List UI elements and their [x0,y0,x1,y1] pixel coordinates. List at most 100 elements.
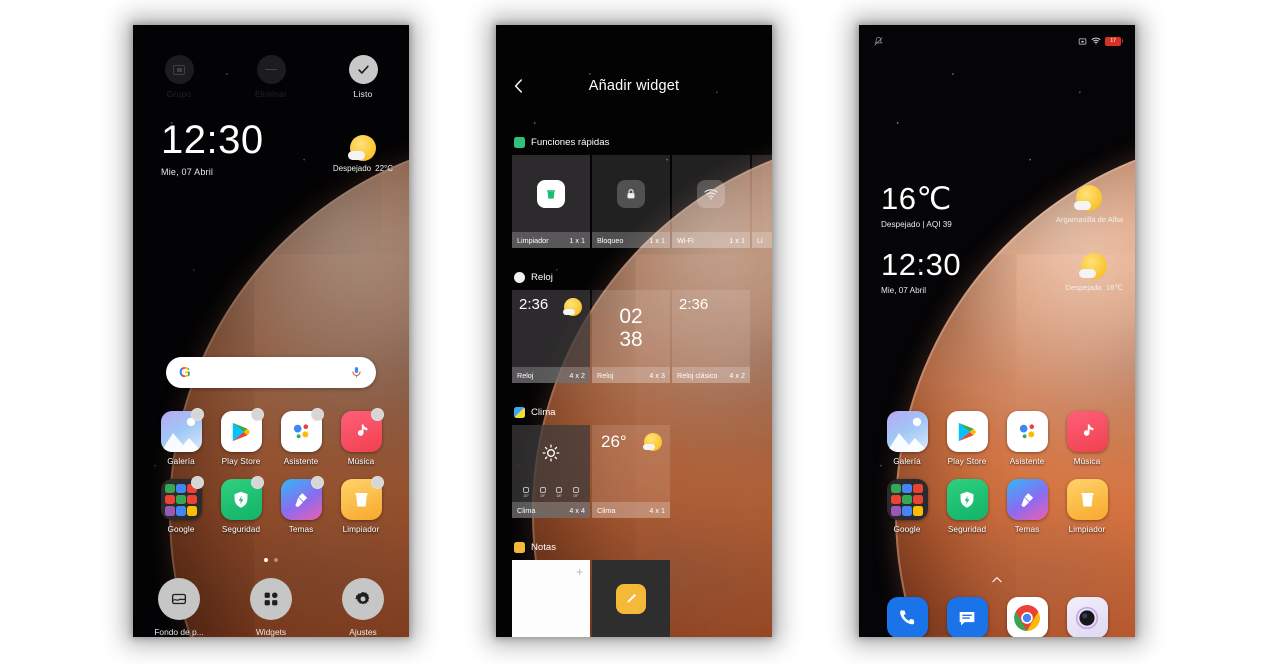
toolbar-wallpaper[interactable]: Fondo de p... [139,578,219,637]
widget-card-clima-4x1[interactable]: 26° Clima 4 x 1 [592,425,670,518]
app-play-store[interactable]: Play Store [213,408,269,466]
dock-chrome[interactable]: Chrome [999,597,1055,637]
app-seguridad[interactable]: Seguridad [213,476,269,534]
widget-clock-time: 2:36 [679,296,709,313]
group-icon [164,55,194,84]
app-galeria[interactable]: Galería [153,408,209,466]
app-musica[interactable]: Música [333,408,389,466]
widget-card-reloj-clasico[interactable]: 2:36 Reloj clásico 4 x 2 [672,290,750,383]
widget-card-limpiador[interactable]: Limpiador 1 x 1 [512,155,590,248]
add-note-icon[interactable]: + [576,565,583,579]
back-chevron-icon[interactable] [510,77,528,95]
app-drawer-hint[interactable] [859,573,1135,587]
app-limpiador[interactable]: Limpiador [1059,479,1115,534]
dock-camara[interactable]: Cámara [1059,597,1115,637]
edit-bottom-toolbar: Fondo de p... Widgets Ajustes [133,578,409,637]
app-label: Limpiador [342,525,380,534]
widget-size: 1 x 1 [729,235,745,245]
widget-add-badge[interactable] [371,476,384,489]
weather-clock-widget[interactable]: 16℃ Despejado | AQI 39 12:30 Mie, 07 Abr… [881,183,961,295]
app-label: Asistente [1009,457,1045,466]
app-seguridad[interactable]: Seguridad [939,479,995,534]
app-grid: Galería Play Store Asistente Música Goog… [153,408,389,547]
widget-card-reloj-4x3[interactable]: 02 38 Reloj 4 x 3 [592,290,670,383]
widget-add-badge[interactable] [311,476,324,489]
app-row-2: Google Seguridad Temas Limpiador [153,476,389,534]
google-folder-icon [886,479,928,520]
widget-add-badge[interactable] [371,408,384,421]
sun-icon [1074,185,1103,211]
weather-icon [514,407,525,418]
phone-1-edit-mode: Grupo Eliminar Listo 12:30 Mie, 07 Abril [133,25,409,637]
dock-mensajes[interactable]: Mensajes [939,597,995,637]
toolbar-widgets[interactable]: Widgets [231,578,311,637]
widget-card-wifi[interactable]: Wi-Fi 1 x 1 [672,155,750,248]
page-dot[interactable] [274,558,278,562]
phone-2-widget-picker: Añadir widget Funciones rápidas Limpiado… [496,25,772,637]
status-bar-right: 17 [1078,36,1124,46]
edit-action-group[interactable]: Grupo [142,55,216,99]
app-google-folder[interactable]: Google [153,476,209,534]
edit-action-delete-label: Eliminar [254,89,288,99]
widget-label: Reloj [597,370,614,380]
edit-action-done[interactable]: Listo [326,55,400,99]
app-musica[interactable]: Música [1059,411,1115,466]
widget-section-notes: Notas + Notas 2 x 2 Notas 2 x 2 [496,542,772,637]
app-label: Play Store [947,457,987,466]
edit-top-actions: Grupo Eliminar Listo [133,55,409,99]
widget-section-title: Clima [531,407,556,418]
dock-telefono[interactable]: Teléfono [879,597,935,637]
wifi-icon [1091,37,1101,45]
dock: Teléfono Mensajes [879,597,1115,637]
edit-action-delete[interactable]: Eliminar [234,55,308,99]
widget-weather-temp: 26° [601,432,627,451]
weather-forecast-row: 20° 19° 18° 19° [518,487,584,498]
widget-add-badge[interactable] [191,476,204,489]
app-temas[interactable]: Temas [273,476,329,534]
widget-size: 1 x 1 [649,235,665,245]
app-temas[interactable]: Temas [999,479,1055,534]
widget-section-title: Funciones rápidas [531,137,610,148]
wallpaper-icon [158,578,200,620]
app-galeria[interactable]: Galería [879,411,935,466]
widget-add-badge[interactable] [191,408,204,421]
page-dot-active[interactable] [264,558,268,562]
widget-label: Clima [517,505,536,515]
app-asistente[interactable]: Asistente [273,408,329,466]
clock-time: 12:30 [881,247,962,282]
cleaner-tile-icon [537,179,565,208]
sun-icon [1079,253,1108,279]
chrome-icon [1006,597,1048,637]
microphone-icon[interactable] [350,366,363,379]
phone-icon [886,597,928,637]
widget-section-clock: Reloj 2:36 Reloj 4 x 2 02 38 Reloj 4 x 3… [496,272,772,383]
widget-card-clima-4x4[interactable]: 20° 19° 18° 19° Clima 4 x 4 [512,425,590,518]
widget-card-partial[interactable]: Li [752,155,772,248]
app-label: Temas [288,525,314,534]
sun-icon [347,135,376,161]
widget-card-notas-pencil[interactable]: Notas 2 x 2 [592,560,670,637]
widget-clock-hours: 02 [619,305,643,329]
widget-add-badge[interactable] [251,476,264,489]
app-play-store[interactable]: Play Store [939,411,995,466]
app-asistente[interactable]: Asistente [999,411,1055,466]
app-google-folder[interactable]: Google [879,479,935,534]
google-search-bar[interactable]: G [166,357,376,388]
app-limpiador[interactable]: Limpiador [333,476,389,534]
weather-summary-block: Despejado 16℃ [1065,253,1123,292]
widget-size: 4 x 1 [649,505,665,515]
clock-date: Mie, 07 Abril [881,286,927,295]
screenshot-canvas: Grupo Eliminar Listo 12:30 Mie, 07 Abril [0,0,1268,664]
app-label: Música [347,457,375,466]
app-label: Música [1073,457,1101,466]
edit-action-done-label: Listo [353,89,373,99]
widget-card-bloqueo[interactable]: Bloqueo 1 x 1 [592,155,670,248]
widgets-grid-icon [250,578,292,620]
widget-card-notas-blank[interactable]: + Notas 2 x 2 [512,560,590,637]
widget-label: Reloj [517,370,534,380]
widget-add-badge[interactable] [251,408,264,421]
toolbar-settings[interactable]: Ajustes [323,578,403,637]
sun-icon [643,433,662,451]
widget-add-badge[interactable] [311,408,324,421]
widget-card-reloj-4x2[interactable]: 2:36 Reloj 4 x 2 [512,290,590,383]
